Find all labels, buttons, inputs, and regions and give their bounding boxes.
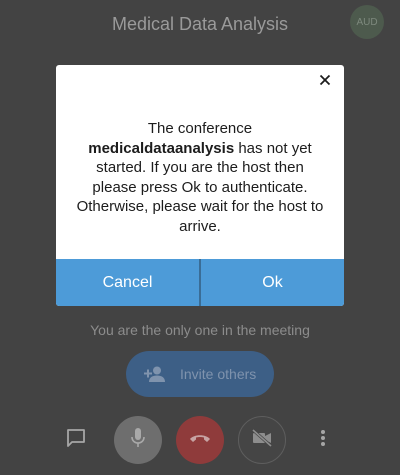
more-vertical-icon	[320, 429, 326, 452]
chat-icon	[66, 428, 86, 453]
video-off-icon	[251, 428, 273, 452]
video-toggle-button[interactable]	[238, 416, 286, 464]
dialog-close-button[interactable]	[316, 73, 334, 91]
invite-others-button[interactable]: Invite others	[126, 351, 274, 397]
dialog-actions: Cancel Ok	[56, 259, 344, 306]
ok-button[interactable]: Ok	[201, 259, 344, 306]
message-prefix: The conference	[147, 120, 253, 137]
hang-up-icon	[189, 431, 211, 449]
avatar[interactable]: AUD	[350, 5, 384, 39]
conference-screen: Medical Data Analysis AUD You are the on…	[0, 0, 400, 475]
hang-up-button[interactable]	[176, 416, 224, 464]
microphone-button[interactable]	[114, 416, 162, 464]
authentication-dialog: The conference medicaldataanalysis has n…	[56, 65, 344, 306]
invite-others-label: Invite others	[180, 366, 257, 382]
alone-status-text: You are the only one in the meeting	[90, 322, 310, 338]
more-options-button[interactable]	[314, 428, 332, 452]
chat-button[interactable]	[64, 428, 88, 452]
conference-name: medicaldataanalysis	[88, 139, 235, 157]
cancel-button[interactable]: Cancel	[56, 259, 199, 306]
microphone-icon	[130, 427, 146, 454]
conference-title: Medical Data Analysis	[111, 14, 289, 34]
add-person-icon	[144, 366, 166, 382]
close-icon	[319, 73, 331, 91]
dialog-message: The conference medicaldataanalysis has n…	[74, 119, 326, 236]
